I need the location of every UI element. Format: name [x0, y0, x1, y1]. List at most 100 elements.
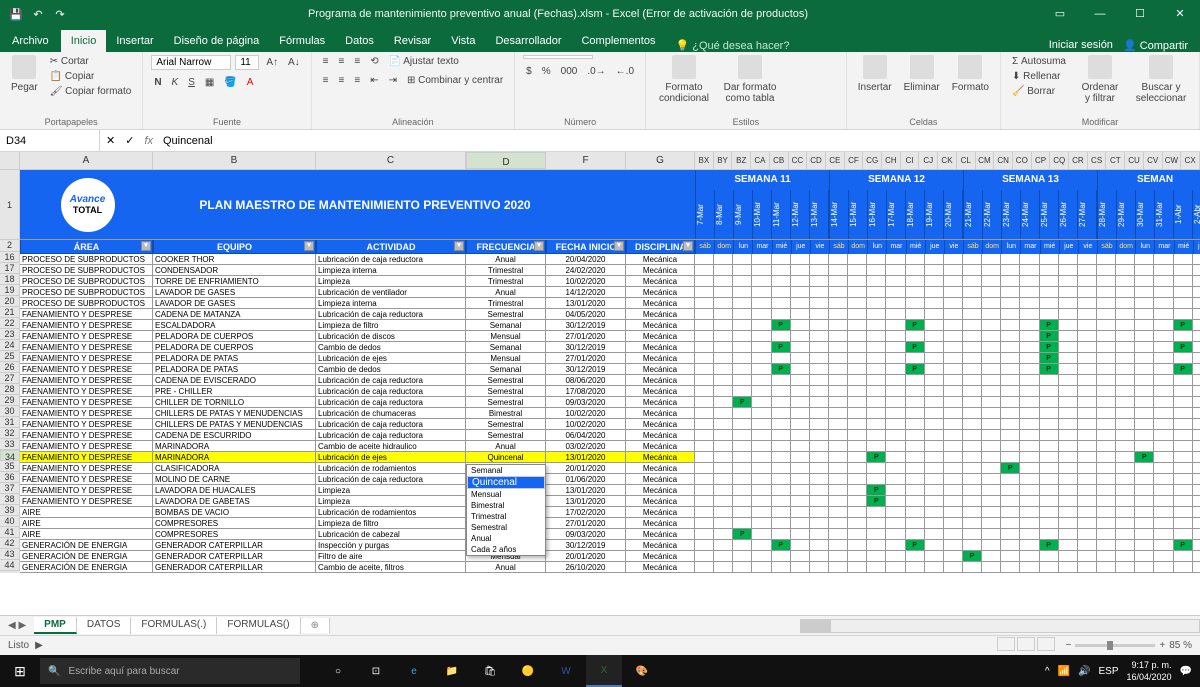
schedule-cell[interactable] [963, 441, 982, 452]
table-row[interactable]: FAENAMIENTO Y DESPRESEPELADORA DE PATASC… [20, 364, 1200, 375]
schedule-cell[interactable] [982, 320, 1001, 331]
schedule-cell[interactable] [714, 430, 733, 441]
schedule-cell[interactable] [1135, 331, 1154, 342]
schedule-cell[interactable] [1001, 496, 1020, 507]
name-box[interactable]: D34 [0, 130, 100, 151]
schedule-cell[interactable]: P [772, 540, 791, 551]
schedule-cell[interactable] [963, 507, 982, 518]
schedule-cell[interactable] [772, 375, 791, 386]
schedule-cell[interactable] [733, 441, 752, 452]
schedule-cell[interactable] [1193, 397, 1200, 408]
schedule-cell[interactable] [695, 375, 714, 386]
schedule-cell[interactable]: P [1001, 463, 1020, 474]
cell[interactable]: 03/02/2020 [546, 441, 626, 452]
schedule-cell[interactable] [867, 540, 886, 551]
paste-icon[interactable] [12, 55, 36, 79]
cell[interactable]: PROCESO DE SUBPRODUCTOS [20, 265, 153, 276]
schedule-cell[interactable] [886, 518, 905, 529]
schedule-cell[interactable] [752, 540, 771, 551]
schedule-cell[interactable] [752, 364, 771, 375]
maximize-icon[interactable]: ☐ [1120, 0, 1160, 28]
number-format-select[interactable] [523, 55, 593, 59]
schedule-cell[interactable] [963, 331, 982, 342]
schedule-cell[interactable] [982, 397, 1001, 408]
sort-icon[interactable] [1088, 55, 1112, 79]
schedule-cell[interactable] [925, 485, 944, 496]
schedule-cell[interactable] [1174, 265, 1193, 276]
dropdown-option[interactable]: Semanal [467, 465, 545, 476]
cell[interactable]: Limpieza [316, 485, 466, 496]
schedule-cell[interactable] [1001, 518, 1020, 529]
col-header[interactable]: CS [1088, 152, 1107, 169]
schedule-cell[interactable]: P [906, 342, 925, 353]
schedule-cell[interactable] [1193, 386, 1200, 397]
schedule-cell[interactable] [752, 386, 771, 397]
schedule-cell[interactable] [1193, 375, 1200, 386]
schedule-cell[interactable] [714, 331, 733, 342]
schedule-cell[interactable] [906, 441, 925, 452]
schedule-cell[interactable] [772, 474, 791, 485]
cell[interactable]: LAVADOR DE GASES [153, 287, 316, 298]
schedule-cell[interactable] [906, 452, 925, 463]
schedule-cell[interactable] [1154, 474, 1173, 485]
schedule-cell[interactable] [733, 364, 752, 375]
schedule-cell[interactable] [714, 529, 733, 540]
schedule-cell[interactable] [1097, 309, 1116, 320]
schedule-cell[interactable] [886, 375, 905, 386]
schedule-cell[interactable] [944, 375, 963, 386]
schedule-cell[interactable] [772, 276, 791, 287]
schedule-cell[interactable] [982, 287, 1001, 298]
schedule-cell[interactable] [1174, 485, 1193, 496]
schedule-cell[interactable] [1001, 562, 1020, 573]
schedule-cell[interactable] [752, 375, 771, 386]
schedule-cell[interactable] [829, 518, 848, 529]
cell[interactable]: 04/05/2020 [546, 309, 626, 320]
schedule-cell[interactable] [944, 309, 963, 320]
schedule-cell[interactable] [791, 463, 810, 474]
schedule-cell[interactable] [1059, 551, 1078, 562]
schedule-cell[interactable] [829, 331, 848, 342]
schedule-cell[interactable] [1059, 518, 1078, 529]
schedule-cell[interactable] [848, 397, 867, 408]
cell[interactable]: CONDENSADOR [153, 265, 316, 276]
schedule-cell[interactable] [752, 353, 771, 364]
schedule-cell[interactable] [714, 353, 733, 364]
cell[interactable]: Anual [466, 562, 546, 573]
schedule-cell[interactable] [886, 463, 905, 474]
cell[interactable]: Lubricación de caja reductora [316, 254, 466, 265]
schedule-cell[interactable] [963, 430, 982, 441]
schedule-cell[interactable] [848, 287, 867, 298]
zoom-control[interactable]: − + 85 % [1066, 640, 1192, 651]
cell[interactable]: Mecánica [626, 408, 695, 419]
schedule-cell[interactable] [695, 353, 714, 364]
schedule-cell[interactable] [886, 386, 905, 397]
schedule-cell[interactable] [944, 254, 963, 265]
schedule-cell[interactable] [1174, 419, 1193, 430]
schedule-cell[interactable] [1193, 320, 1200, 331]
schedule-cell[interactable] [925, 441, 944, 452]
schedule-cell[interactable] [1154, 441, 1173, 452]
schedule-cell[interactable] [906, 298, 925, 309]
schedule-cell[interactable] [1020, 353, 1039, 364]
table-row[interactable]: AIREBOMBAS DE VACIOLubricación de rodami… [20, 507, 1200, 518]
cell[interactable]: GENERACIÓN DE ENERGIA [20, 551, 153, 562]
schedule-cell[interactable] [1097, 562, 1116, 573]
schedule-cell[interactable] [695, 386, 714, 397]
table-row[interactable]: AIRECOMPRESORESLubricación de cabezalTri… [20, 529, 1200, 540]
schedule-cell[interactable] [867, 298, 886, 309]
schedule-cell[interactable] [886, 353, 905, 364]
schedule-cell[interactable] [1174, 496, 1193, 507]
schedule-cell[interactable] [944, 419, 963, 430]
schedule-cell[interactable] [906, 353, 925, 364]
schedule-cell[interactable] [1135, 265, 1154, 276]
schedule-cell[interactable] [1020, 254, 1039, 265]
schedule-cell[interactable] [906, 430, 925, 441]
schedule-cell[interactable] [1174, 386, 1193, 397]
schedule-cell[interactable] [963, 529, 982, 540]
schedule-cell[interactable] [1154, 287, 1173, 298]
schedule-cell[interactable] [944, 342, 963, 353]
schedule-cell[interactable] [733, 518, 752, 529]
cell[interactable]: Limpieza interna [316, 265, 466, 276]
row-header[interactable]: 1 [0, 170, 20, 240]
schedule-cell[interactable] [1174, 287, 1193, 298]
